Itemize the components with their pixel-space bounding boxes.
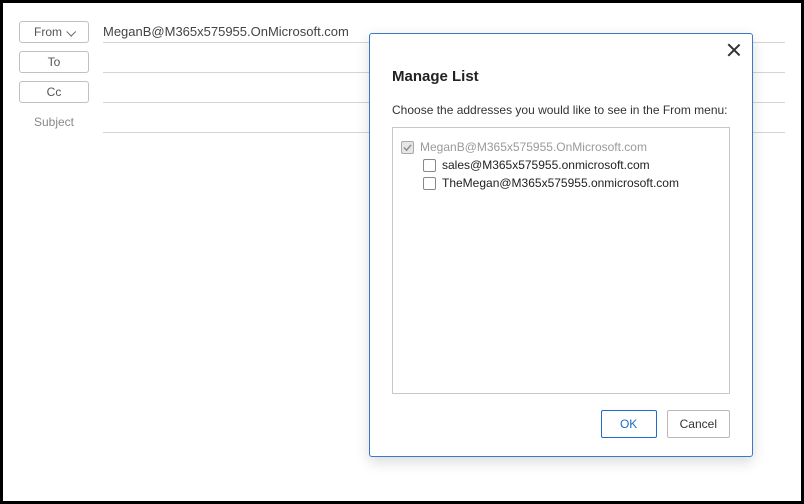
cc-button[interactable]: Cc [19, 81, 89, 103]
checkbox-locked-icon [401, 141, 414, 154]
to-button[interactable]: To [19, 51, 89, 73]
address-item[interactable]: TheMegan@M365x575955.onmicrosoft.com [423, 174, 721, 192]
cancel-button[interactable]: Cancel [667, 410, 730, 438]
chevron-down-icon [66, 26, 76, 36]
address-item-primary: MeganB@M365x575955.OnMicrosoft.com [401, 138, 721, 156]
dialog-instruction: Choose the addresses you would like to s… [392, 103, 730, 117]
address-label: MeganB@M365x575955.OnMicrosoft.com [420, 140, 647, 154]
address-label: TheMegan@M365x575955.onmicrosoft.com [442, 176, 679, 190]
from-button-label: From [34, 22, 62, 42]
checkbox-icon[interactable] [423, 159, 436, 172]
address-list: MeganB@M365x575955.OnMicrosoft.com sales… [392, 127, 730, 394]
dialog-title: Manage List [392, 68, 730, 85]
subject-label: Subject [19, 115, 89, 129]
address-label: sales@M365x575955.onmicrosoft.com [442, 158, 650, 172]
to-button-label: To [48, 52, 61, 72]
checkbox-icon[interactable] [423, 177, 436, 190]
close-icon[interactable] [726, 42, 742, 58]
address-item[interactable]: sales@M365x575955.onmicrosoft.com [423, 156, 721, 174]
dialog-button-row: OK Cancel [392, 410, 730, 438]
ok-button[interactable]: OK [601, 410, 657, 438]
from-button[interactable]: From [19, 21, 89, 43]
manage-list-dialog: Manage List Choose the addresses you wou… [369, 33, 753, 457]
cc-button-label: Cc [47, 82, 62, 102]
